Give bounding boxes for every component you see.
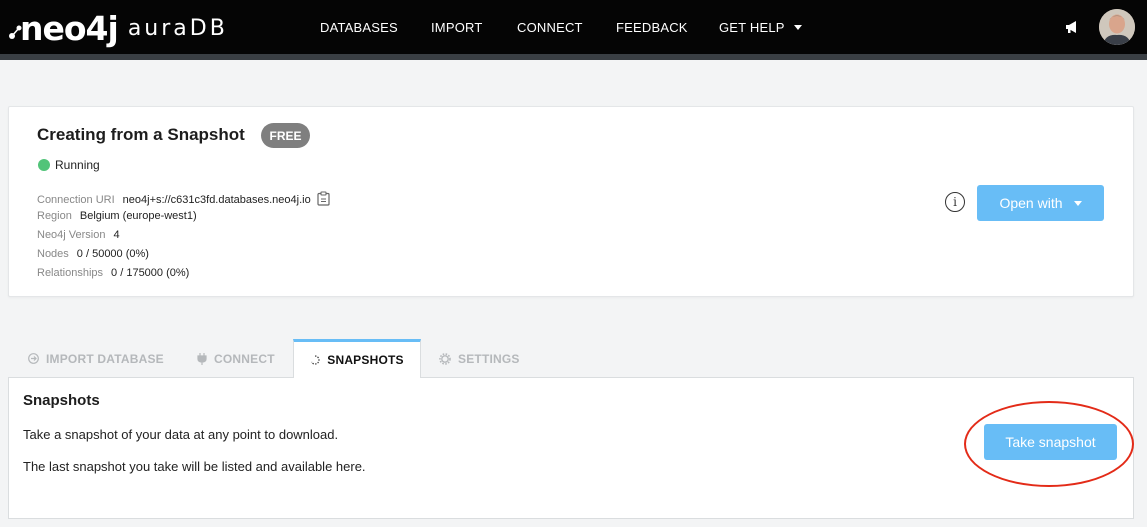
avatar-portrait-icon bbox=[1099, 9, 1135, 45]
snapshots-title: Snapshots bbox=[23, 392, 100, 409]
relationships-row: Relationships 0 / 175000 (0%) bbox=[37, 267, 189, 279]
header-divider bbox=[0, 54, 1147, 60]
tab-connect-label: CONNECT bbox=[214, 351, 275, 366]
connection-uri-label: Connection URI bbox=[37, 194, 115, 206]
nav-databases-label: DATABASES bbox=[320, 19, 398, 35]
connection-uri-row: Connection URI neo4j+s://c631c3fd.databas… bbox=[37, 191, 330, 206]
nav-feedback-label: FEEDBACK bbox=[616, 19, 688, 35]
chevron-down-icon bbox=[1073, 200, 1082, 206]
tab-connect[interactable]: CONNECT bbox=[197, 339, 275, 378]
nodes-value: 0 / 50000 (0%) bbox=[76, 248, 149, 260]
relationships-label: Relationships bbox=[37, 267, 104, 279]
snapshots-panel: Snapshots Take a snapshot of your data a… bbox=[8, 377, 1134, 519]
nav-get-help-label: GET HELP bbox=[719, 19, 785, 35]
relationships-value: 0 / 175000 (0%) bbox=[111, 267, 190, 279]
region-value: Belgium (europe-west1) bbox=[79, 210, 197, 222]
neo4j-aura-logo[interactable]: neo4j auraDB bbox=[8, 8, 228, 48]
nav-get-help[interactable]: GET HELP bbox=[719, 0, 802, 54]
spinner-icon bbox=[310, 355, 320, 365]
tab-settings-label: SETTINGS bbox=[458, 351, 520, 366]
tab-import-database[interactable]: IMPORT DATABASE bbox=[28, 339, 164, 378]
nav-import[interactable]: IMPORT bbox=[431, 0, 483, 54]
tab-snapshots[interactable]: SNAPSHOTS bbox=[293, 339, 421, 378]
plug-icon bbox=[197, 352, 207, 365]
open-with-button[interactable]: Open with bbox=[977, 185, 1104, 221]
tab-snapshots-label: SNAPSHOTS bbox=[327, 353, 404, 367]
tier-badge: FREE bbox=[261, 123, 310, 148]
open-with-label: Open with bbox=[999, 195, 1063, 211]
tab-import-database-label: IMPORT DATABASE bbox=[46, 351, 164, 366]
database-card: Creating from a Snapshot FREE Running Co… bbox=[8, 106, 1134, 297]
logo-neo4j-text: neo4j bbox=[20, 8, 119, 48]
logo-auradb-text: auraDB bbox=[127, 15, 228, 41]
nav-databases[interactable]: DATABASES bbox=[320, 0, 398, 54]
tab-settings[interactable]: SETTINGS bbox=[439, 339, 520, 378]
top-navigation-bar: neo4j auraDB DATABASES IMPORT CONNECT FE… bbox=[0, 0, 1147, 54]
status-text: Running bbox=[55, 158, 100, 172]
nav-feedback[interactable]: FEEDBACK bbox=[616, 0, 688, 54]
connection-uri-value: neo4j+s://c631c3fd.databases.neo4j.io bbox=[122, 194, 311, 206]
info-icon[interactable]: i bbox=[945, 192, 965, 212]
nodes-label: Nodes bbox=[37, 248, 69, 260]
nodes-row: Nodes 0 / 50000 (0%) bbox=[37, 248, 149, 260]
status-indicator-icon bbox=[38, 159, 50, 171]
snapshots-description-1: Take a snapshot of your data at any poin… bbox=[23, 427, 339, 442]
take-snapshot-button[interactable]: Take snapshot bbox=[984, 424, 1117, 460]
version-row: Neo4j Version 4 bbox=[37, 229, 120, 241]
version-value: 4 bbox=[113, 229, 120, 241]
version-label: Neo4j Version bbox=[37, 229, 106, 241]
snapshots-description-2: The last snapshot you take will be liste… bbox=[23, 459, 366, 474]
user-avatar[interactable] bbox=[1099, 9, 1135, 45]
chevron-down-icon bbox=[793, 24, 802, 30]
megaphone-icon[interactable] bbox=[1064, 19, 1080, 35]
region-label: Region bbox=[37, 210, 72, 222]
database-name: Creating from a Snapshot bbox=[37, 125, 245, 144]
nav-connect[interactable]: CONNECT bbox=[517, 0, 583, 54]
import-icon bbox=[28, 353, 39, 364]
nav-connect-label: CONNECT bbox=[517, 19, 583, 35]
copy-clipboard-icon[interactable] bbox=[317, 191, 330, 206]
nav-import-label: IMPORT bbox=[431, 19, 483, 35]
gear-icon bbox=[439, 352, 451, 365]
region-row: Region Belgium (europe-west1) bbox=[37, 210, 197, 222]
